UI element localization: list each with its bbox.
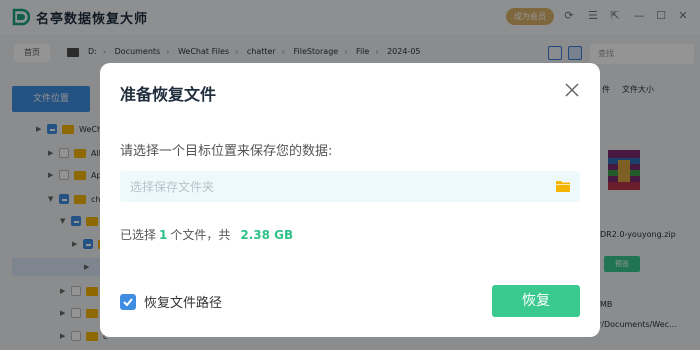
file-count: 1 (159, 228, 168, 242)
close-icon[interactable] (564, 82, 580, 98)
total-size: 2.38 GB (240, 228, 294, 242)
summary-mid: 个文件，共 (170, 228, 231, 242)
save-folder-input[interactable] (120, 171, 580, 202)
prepare-recovery-dialog: 准备恢复文件 请选择一个目标位置来保存您的数据: 已选择1个文件，共 2.38 G… (100, 63, 600, 337)
keep-file-path-option[interactable]: 恢复文件路径 (120, 292, 222, 311)
folder-icon[interactable] (556, 180, 570, 192)
check-icon (123, 297, 133, 306)
keep-path-checkbox[interactable] (120, 293, 136, 310)
recover-button[interactable]: 恢复 (492, 285, 580, 317)
keep-path-label: 恢复文件路径 (144, 296, 223, 311)
summary-prefix: 已选择 (120, 228, 157, 242)
destination-prompt: 请选择一个目标位置来保存您的数据: (120, 144, 333, 159)
dialog-title: 准备恢复文件 (120, 85, 217, 104)
selection-summary: 已选择 1 个文件，共 2.38 GB (120, 226, 293, 243)
